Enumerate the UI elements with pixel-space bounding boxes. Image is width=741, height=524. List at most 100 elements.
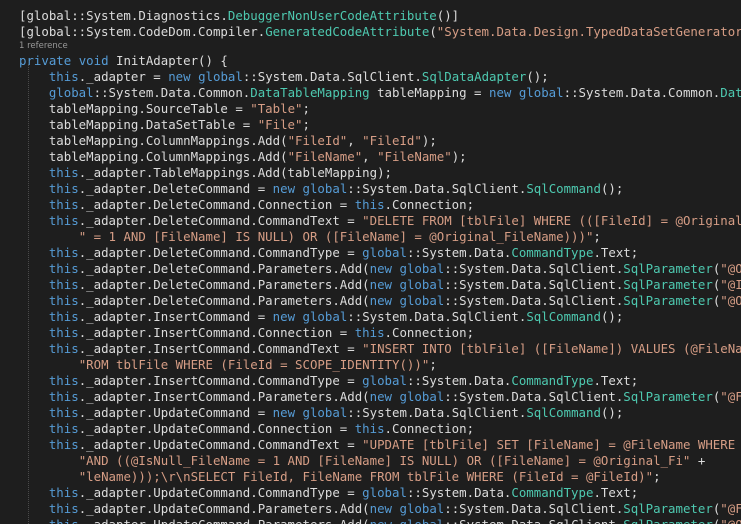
code-token: ::System.Data.SqlClient. xyxy=(242,69,422,84)
code-line[interactable]: "AND ((@IsNull_FileName = 1 AND [FileNam… xyxy=(19,453,706,469)
code-token: ._adapter.UpdateCommand.CommandType = xyxy=(78,485,363,500)
code-line[interactable]: this._adapter.DeleteCommand.CommandType … xyxy=(19,245,638,261)
code-token: SqlCommand xyxy=(526,405,601,420)
code-token: this xyxy=(48,277,79,292)
code-token: "FileId" xyxy=(362,133,422,148)
code-token: this xyxy=(48,325,79,340)
code-token: "ROM tblFile WHERE (FileId = SCOPE_IDENT… xyxy=(78,357,430,372)
code-line[interactable]: this._adapter.TableMappings.Add(tableMap… xyxy=(19,165,392,181)
code-token: ::System.Data. xyxy=(406,485,512,500)
code-line[interactable]: "leName)));\r\nSELECT FileId, FileName F… xyxy=(19,469,661,485)
code-token: "@Origina xyxy=(720,261,741,276)
code-token: , xyxy=(362,149,378,164)
code-token: this xyxy=(48,213,79,228)
code-line[interactable]: " = 1 AND [FileName] IS NULL) OR ([FileN… xyxy=(19,229,601,245)
code-token: new xyxy=(369,501,393,516)
code-line[interactable]: this._adapter.InsertCommand.Parameters.A… xyxy=(19,389,741,405)
code-line[interactable]: tableMapping.ColumnMappings.Add("FileNam… xyxy=(19,149,467,165)
code-line[interactable]: this._adapter.DeleteCommand = new global… xyxy=(19,181,623,197)
code-token: ::System.Data.Common. xyxy=(563,85,721,100)
code-line[interactable]: this._adapter.InsertCommand = new global… xyxy=(19,309,623,325)
code-line[interactable]: this._adapter.InsertCommand.CommandType … xyxy=(19,373,638,389)
code-line[interactable]: this._adapter = new global::System.Data.… xyxy=(19,69,549,85)
code-line[interactable]: this._adapter.DeleteCommand.Connection =… xyxy=(19,197,474,213)
code-token: (); xyxy=(600,405,624,420)
code-token: ::System.Data.SqlClient. xyxy=(444,277,624,292)
code-token: ._adapter.UpdateCommand.Parameters.Add( xyxy=(79,517,370,524)
code-token: "@Origina xyxy=(720,517,741,524)
code-token: global xyxy=(362,245,407,260)
code-line[interactable]: [global::System.CodeDom.Compiler.Generat… xyxy=(19,24,741,40)
code-token: (); xyxy=(526,69,549,84)
code-token: [global::System.CodeDom.Compiler. xyxy=(19,24,266,39)
code-line[interactable]: this._adapter.UpdateCommand = new global… xyxy=(19,405,623,421)
code-token: this xyxy=(48,437,79,452)
code-token: this xyxy=(354,197,385,212)
code-editor[interactable]: 1 reference [global::System.Diagnostics.… xyxy=(0,0,741,524)
code-line[interactable]: this._adapter.UpdateCommand.Parameters.A… xyxy=(19,501,741,517)
code-token: global xyxy=(362,485,407,500)
code-line[interactable]: this._adapter.UpdateCommand.Connection =… xyxy=(19,421,474,437)
code-token: "DELETE FROM [tblFile] WHERE (([FileId] … xyxy=(362,213,741,228)
code-token: this xyxy=(48,421,79,436)
code-token: SqlParameter xyxy=(623,261,713,276)
code-token: "UPDATE [tblFile] SET [FileName] = @File… xyxy=(362,437,736,452)
code-token: ._adapter.DeleteCommand.CommandText = xyxy=(78,213,363,228)
code-line[interactable]: this._adapter.DeleteCommand.CommandText … xyxy=(19,213,741,229)
code-line[interactable]: global::System.Data.Common.DataTableMapp… xyxy=(19,85,741,101)
code-token: SqlParameter xyxy=(623,277,713,292)
code-line[interactable]: private void InitAdapter() { xyxy=(19,53,228,69)
code-line[interactable]: tableMapping.SourceTable = "Table"; xyxy=(19,101,310,117)
code-line[interactable]: [global::System.Diagnostics.DebuggerNonU… xyxy=(19,8,459,24)
code-token: global xyxy=(399,517,444,524)
code-token: this xyxy=(48,293,79,308)
code-token: ._adapter.DeleteCommand.Parameters.Add( xyxy=(78,293,370,308)
code-token: global xyxy=(518,85,564,100)
code-line[interactable]: tableMapping.DataSetTable = "File"; xyxy=(19,117,310,133)
code-token: "FileId" xyxy=(287,133,348,148)
code-line[interactable]: this._adapter.DeleteCommand.Parameters.A… xyxy=(19,293,741,309)
code-line[interactable]: this._adapter.UpdateCommand.CommandText … xyxy=(19,437,741,453)
code-token: CommandType xyxy=(511,245,594,260)
code-line[interactable]: "ROM tblFile WHERE (FileId = SCOPE_IDENT… xyxy=(19,357,437,373)
code-token: this xyxy=(354,421,385,436)
code-token: ._adapter.TableMappings.Add(tableMapping… xyxy=(78,165,392,180)
code-line[interactable]: this._adapter.DeleteCommand.Parameters.A… xyxy=(19,261,741,277)
code-line[interactable]: this._adapter.UpdateCommand.CommandType … xyxy=(19,485,638,501)
code-token: ( xyxy=(429,24,437,39)
code-line[interactable]: tableMapping.ColumnMappings.Add("FileId"… xyxy=(19,133,437,149)
code-token: this xyxy=(49,517,79,524)
code-token: global xyxy=(198,69,243,84)
code-token: SqlCommand xyxy=(526,181,601,196)
code-line[interactable]: this._adapter.InsertCommand.Connection =… xyxy=(19,325,474,341)
code-token: , xyxy=(347,133,363,148)
code-line[interactable]: this._adapter.InsertCommand.CommandText … xyxy=(19,341,741,357)
code-token: ()] xyxy=(436,8,460,23)
code-token: "INSERT INTO [tblFile] ([FileName]) VALU… xyxy=(362,341,741,356)
code-token: DebuggerNonUserCodeAttribute xyxy=(227,8,437,23)
code-line[interactable]: this._adapter.DeleteCommand.Parameters.A… xyxy=(19,277,741,293)
code-token: "@FileNam xyxy=(720,501,741,516)
code-token: new xyxy=(369,277,393,292)
code-line[interactable]: this._adapter.UpdateCommand.Parameters.A… xyxy=(19,517,741,524)
code-token: .Text; xyxy=(593,245,639,260)
code-token: SqlParameter xyxy=(623,517,713,524)
code-token: global xyxy=(302,309,348,324)
codelens-references[interactable]: 1 reference xyxy=(19,40,68,52)
